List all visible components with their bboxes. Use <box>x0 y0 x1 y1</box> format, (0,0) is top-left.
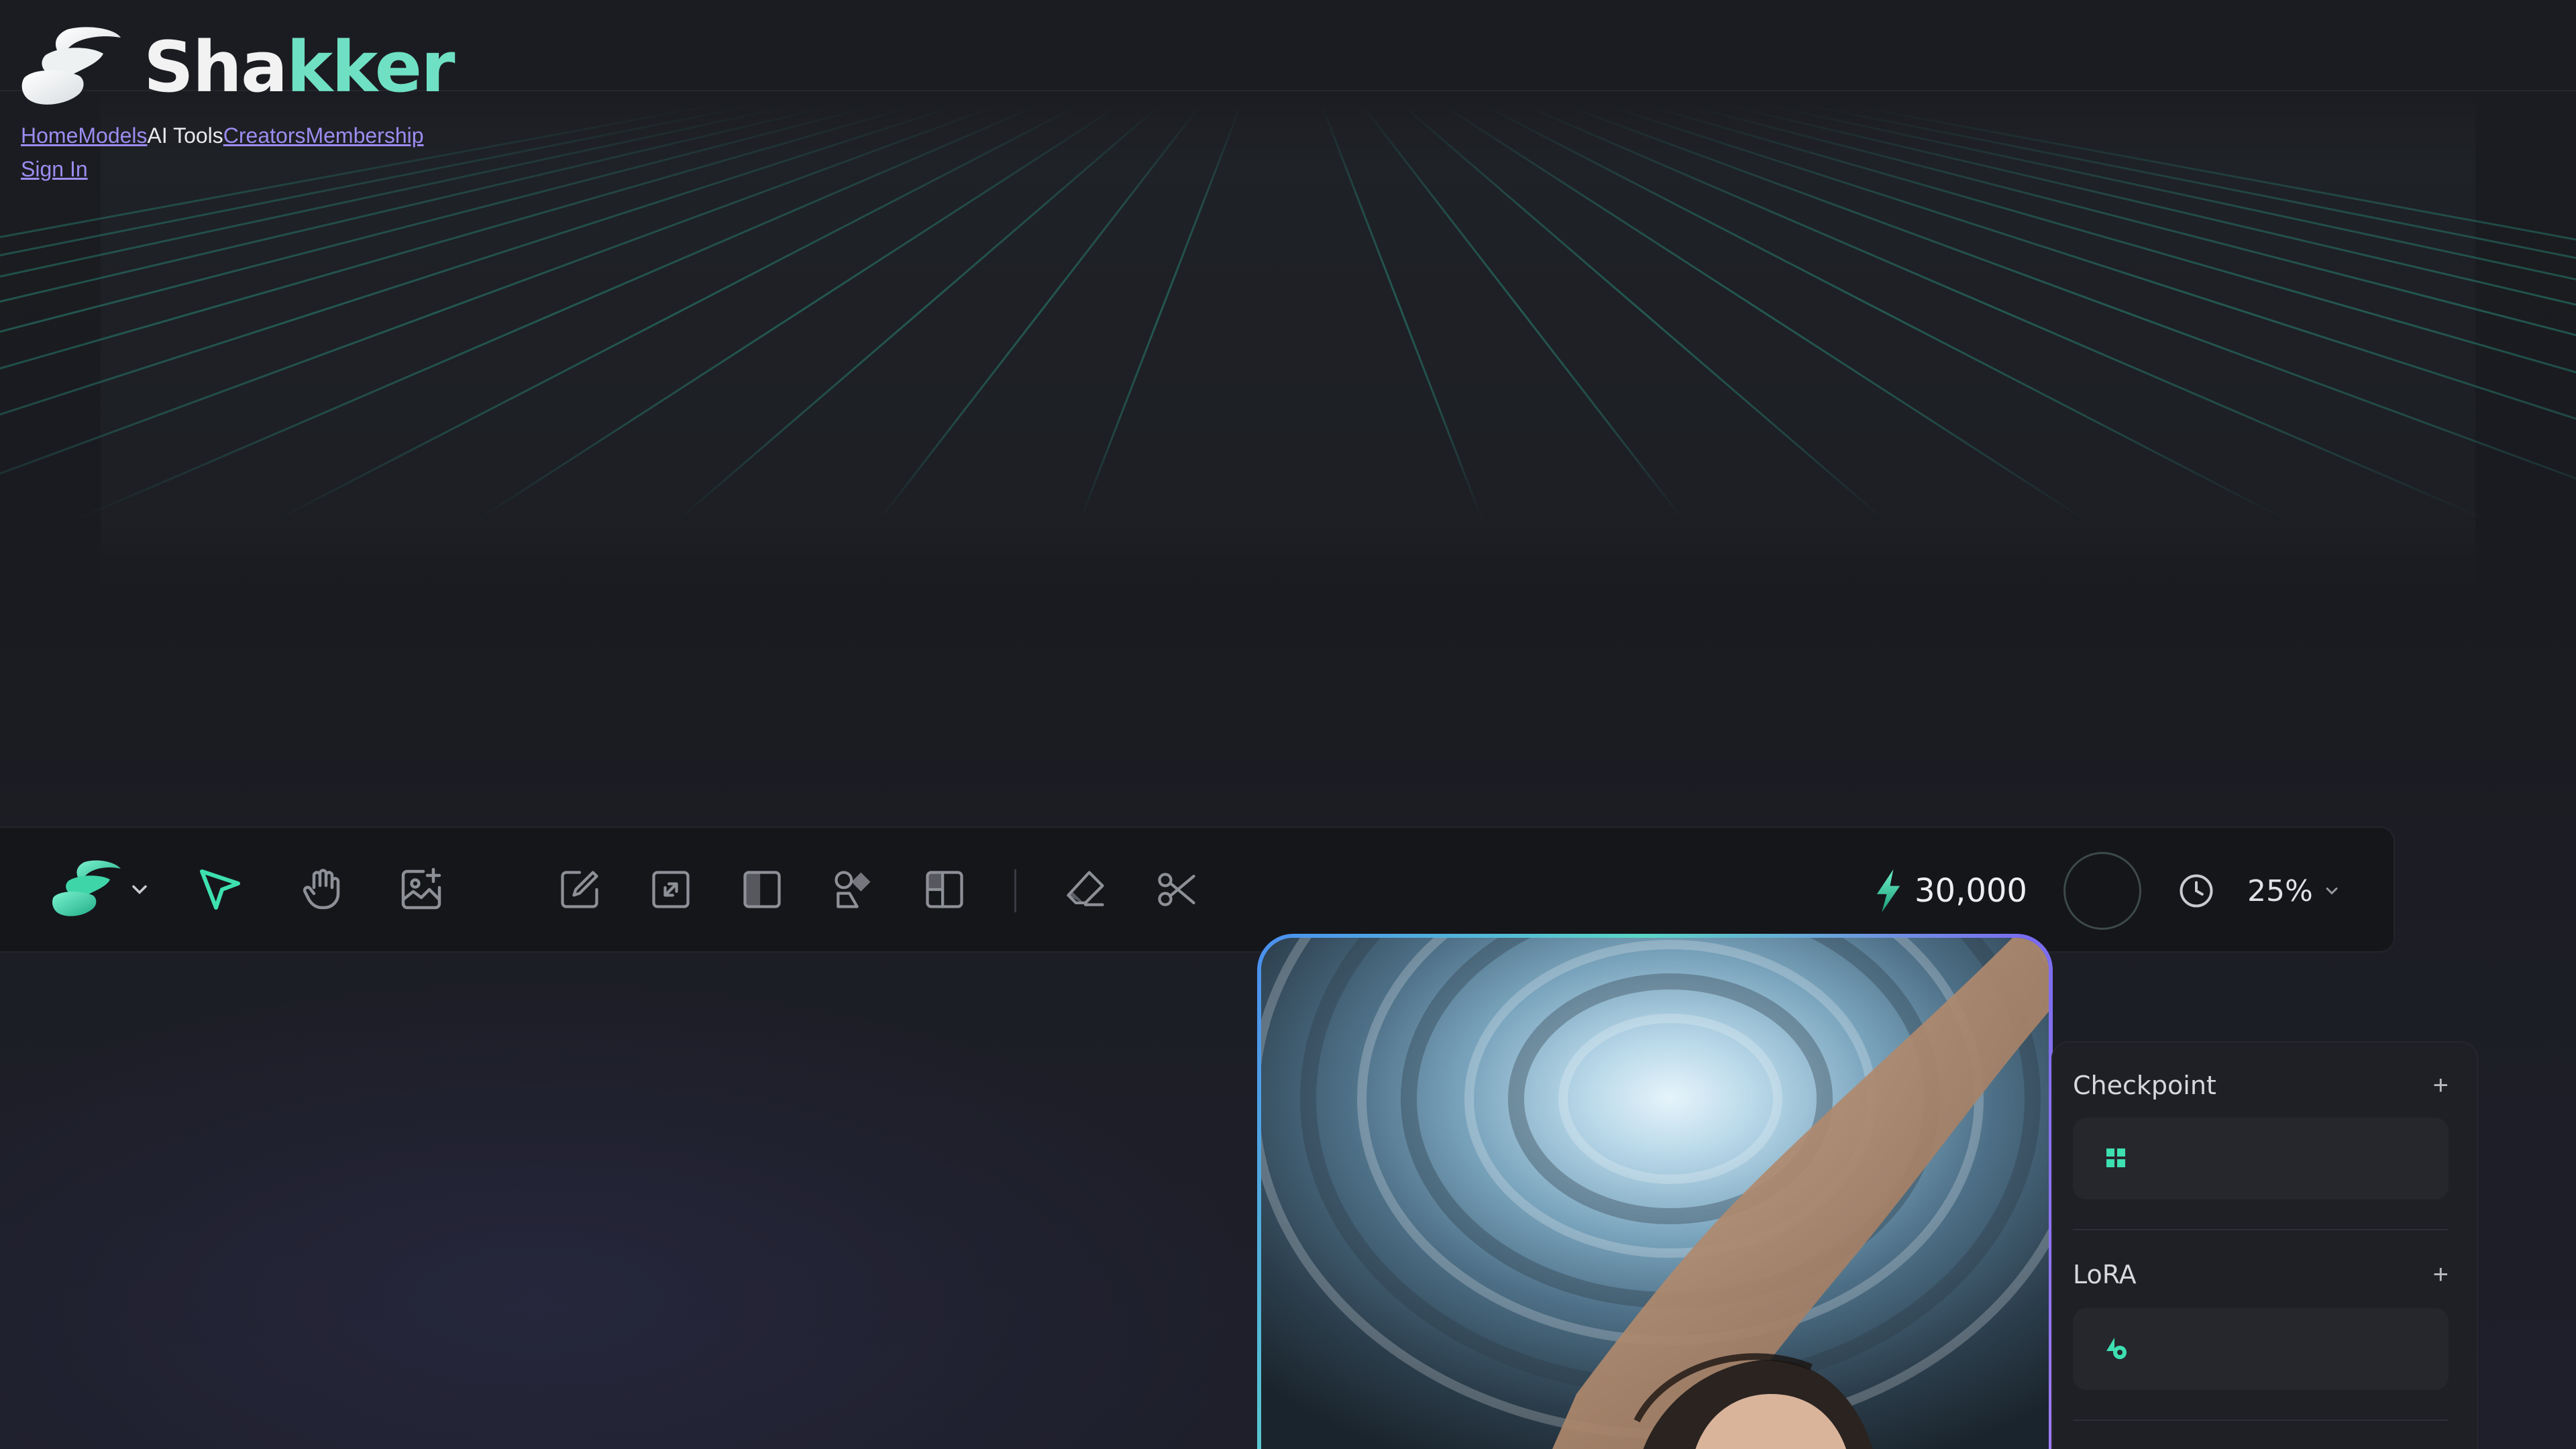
checkpoint-title: Checkpoint <box>2073 1071 2216 1100</box>
add-checkpoint-button[interactable]: + <box>2433 1071 2449 1100</box>
zoom-selector[interactable]: 25% <box>2247 868 2341 914</box>
lora-selector[interactable] <box>2073 1308 2449 1390</box>
user-avatar[interactable] <box>2063 852 2141 930</box>
app-page: Shakker Home Models AI Tools Creators Me… <box>0 0 2576 1449</box>
lightning-icon <box>1876 869 1900 912</box>
shakker-menu-logo-icon <box>52 860 121 916</box>
layout-icon <box>926 871 963 908</box>
eraser-icon <box>1067 871 1104 906</box>
canvas-generated-image[interactable] <box>1257 934 2053 1449</box>
brand-name-main: Sha <box>144 26 288 108</box>
add-lora-button[interactable]: + <box>2433 1260 2449 1289</box>
background-glow <box>0 953 1342 1449</box>
split-panel-icon <box>743 871 781 908</box>
chevron-down-icon <box>2326 888 2338 895</box>
nav-link-models[interactable]: Models <box>78 122 147 149</box>
brand-wordmark: Shakker <box>144 32 455 102</box>
nav-item-ai-tools[interactable]: AI Tools <box>148 122 223 149</box>
add-image-tool-button[interactable] <box>397 865 445 914</box>
nav-link-membership[interactable]: Membership <box>305 122 423 149</box>
style-tool-button[interactable] <box>830 867 876 912</box>
upscale-tool-button[interactable] <box>648 867 694 912</box>
expand-icon <box>652 871 690 908</box>
select-tool-button[interactable] <box>196 865 244 914</box>
eraser-tool-button[interactable] <box>1063 867 1108 912</box>
brand-logo[interactable]: Shakker <box>20 25 455 109</box>
toolbar-divider <box>1014 869 1016 912</box>
layout-tool-button[interactable] <box>922 867 967 912</box>
model-settings-panel: Checkpoint + LoRA + <box>2051 1041 2478 1449</box>
checkpoint-selector[interactable] <box>2073 1118 2449 1199</box>
pencil-frame-icon <box>561 871 598 908</box>
checkpoint-section-header: Checkpoint + <box>2073 1071 2449 1104</box>
generated-image-preview <box>1261 938 2049 1449</box>
brand-name-accent: kker <box>286 26 455 108</box>
nav-link-home[interactable]: Home <box>21 122 78 149</box>
grid-model-icon <box>2106 1148 2125 1167</box>
sign-in-wrapper: Sign In <box>21 156 88 182</box>
credits-display[interactable]: 30,000 <box>1872 867 2027 915</box>
perspective-grid-decoration <box>0 91 2576 608</box>
panel-divider <box>2073 1419 2449 1421</box>
image-add-icon <box>401 867 441 910</box>
lora-section-header: LoRA + <box>2073 1260 2449 1293</box>
cursor-arrow-icon <box>200 869 240 910</box>
panel-divider <box>2073 1229 2449 1230</box>
sign-in-link[interactable]: Sign In <box>21 157 88 181</box>
scissors-icon <box>1158 873 1195 906</box>
hand-tool-button[interactable] <box>298 865 346 914</box>
chevron-down-icon <box>132 885 147 895</box>
mirror-tool-button[interactable] <box>739 867 785 912</box>
lora-model-icon <box>2106 1338 2127 1359</box>
zoom-value: 25% <box>2247 873 2313 908</box>
canvas-toolbar: 30,000 25% <box>0 826 2395 953</box>
hand-icon <box>303 869 340 910</box>
shapes-icon <box>835 871 871 908</box>
app-menu-button[interactable] <box>51 859 152 920</box>
clock-icon <box>2180 874 2213 908</box>
draw-tool-button[interactable] <box>557 867 602 912</box>
main-nav: Home Models AI Tools Creators Membership <box>21 122 424 149</box>
nav-link-creators[interactable]: Creators <box>223 122 306 149</box>
lora-title: LoRA <box>2073 1260 2137 1289</box>
credits-value: 30,000 <box>1915 872 2027 910</box>
shakker-logo-icon <box>21 27 121 105</box>
history-button[interactable] <box>2176 871 2216 914</box>
cut-tool-button[interactable] <box>1154 867 1199 912</box>
